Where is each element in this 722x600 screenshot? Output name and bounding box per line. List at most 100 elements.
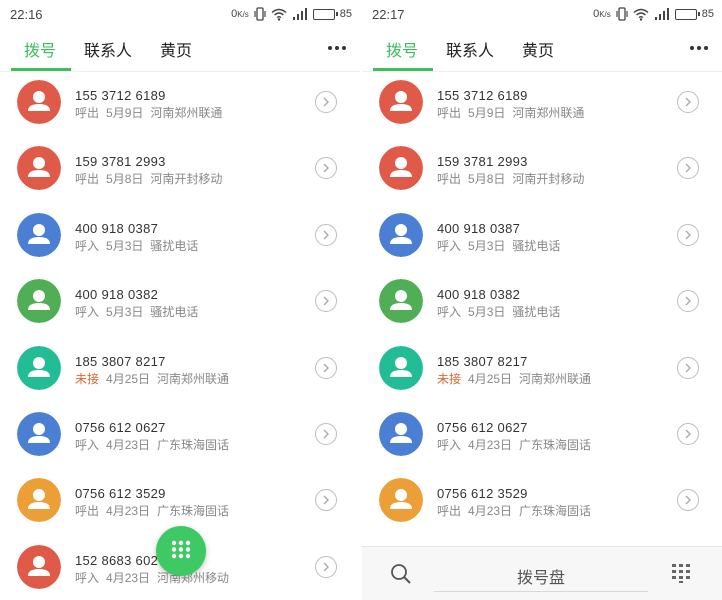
- call-log-row[interactable]: 155 3712 6189 呼出 5月9日 河南郑州联通: [0, 72, 360, 138]
- call-location: 河南开封移动: [512, 172, 585, 187]
- call-log-row[interactable]: 0756 612 3529 呼出 4月23日 广东珠海固话: [362, 470, 722, 536]
- tab-bar: 拨号 联系人 黄页: [362, 28, 722, 72]
- call-detail-button[interactable]: [677, 422, 699, 445]
- person-icon: [17, 478, 61, 523]
- call-log-row[interactable]: 159 3781 2993 呼出 5月8日 河南开封移动: [0, 138, 360, 204]
- chevron-right-icon: [685, 230, 691, 240]
- call-date: 5月9日: [468, 106, 506, 120]
- contact-avatar: [17, 345, 61, 390]
- call-meta: 呼入 4月23日 河南郑州移动: [75, 569, 236, 586]
- more-options-icon[interactable]: [328, 46, 346, 50]
- call-log-row[interactable]: 400 918 0387 呼入 5月3日 骚扰电话: [362, 205, 722, 271]
- call-log-row[interactable]: 0756 612 0627 呼入 4月23日 广东珠海固话: [362, 404, 722, 470]
- person-icon: [379, 411, 423, 456]
- call-detail-button[interactable]: [315, 422, 337, 445]
- phone-number: 152 8683 602: [75, 552, 159, 568]
- chevron-right-icon: [685, 429, 691, 439]
- call-log-row[interactable]: 400 918 0387 呼入 5月3日 骚扰电话: [0, 205, 360, 271]
- call-detail-button[interactable]: [315, 489, 337, 512]
- call-date: 4月23日: [106, 504, 151, 519]
- call-meta: 未接 4月25日 河南郑州联通: [75, 370, 236, 387]
- dialer-screen-right: 22:17 0K/s 85 拨号 联系人 黄页 155 3712 6189 呼出 5…: [362, 0, 722, 600]
- call-log-row[interactable]: 185 3807 8217 未接 4月25日 河南郑州联通: [0, 338, 360, 404]
- call-detail-button[interactable]: [677, 91, 699, 113]
- call-detail-button[interactable]: [315, 157, 337, 180]
- tab-yellow-pages[interactable]: 黄页: [160, 37, 192, 61]
- call-detail-button[interactable]: [677, 489, 699, 512]
- call-date: 4月25日: [106, 371, 151, 386]
- person-icon: [17, 80, 61, 124]
- status-time: 22:17: [372, 7, 405, 22]
- battery-level: 85: [701, 8, 714, 20]
- call-detail-button[interactable]: [677, 223, 699, 246]
- call-detail-button[interactable]: [677, 290, 699, 313]
- call-log-list: 155 3712 6189 呼出 5月9日 河南郑州联通 159 3781 2993 呼出…: [362, 72, 722, 537]
- keypad-toggle-button[interactable]: [670, 562, 692, 589]
- phone-number: 0756 612 0627: [437, 419, 528, 435]
- wifi-icon: [271, 8, 287, 21]
- chevron-right-icon: [685, 495, 691, 505]
- person-icon: [17, 146, 61, 191]
- call-log-row[interactable]: 155 3712 6189 呼出 5月9日 河南郑州联通: [362, 72, 722, 138]
- call-detail-button[interactable]: [315, 91, 337, 113]
- person-icon: [379, 279, 423, 324]
- contact-avatar: [379, 411, 423, 456]
- status-time: 22:16: [10, 7, 43, 22]
- tab-contacts[interactable]: 联系人: [84, 37, 132, 61]
- call-meta: 呼出 5月8日 河南开封移动: [437, 170, 591, 187]
- phone-number: 159 3781 2993: [75, 154, 166, 170]
- tab-dialer[interactable]: 拨号: [24, 37, 56, 61]
- keypad-icon: [672, 564, 690, 583]
- call-detail-button[interactable]: [315, 223, 337, 246]
- tab-yellow-pages[interactable]: 黄页: [522, 37, 554, 61]
- call-date: 5月3日: [468, 238, 506, 253]
- call-date: 4月23日: [468, 504, 513, 519]
- call-location: 河南郑州联通: [512, 106, 585, 120]
- person-icon: [17, 279, 61, 324]
- call-detail-button[interactable]: [315, 290, 337, 313]
- call-type: 呼出: [437, 504, 462, 519]
- tab-contacts[interactable]: 联系人: [446, 37, 494, 61]
- phone-number: 155 3712 6189: [437, 88, 528, 103]
- dialpad-label[interactable]: 拨号盘: [517, 564, 565, 588]
- call-log-row[interactable]: 400 918 0382 呼入 5月3日 骚扰电话: [0, 271, 360, 337]
- call-detail-button[interactable]: [677, 157, 699, 180]
- call-meta: 呼入 4月23日 广东珠海固话: [75, 436, 236, 453]
- call-date: 5月3日: [106, 305, 144, 320]
- call-meta: 呼出 5月8日 河南开封移动: [75, 170, 229, 187]
- tab-dialer[interactable]: 拨号: [386, 37, 418, 61]
- chevron-right-icon: [685, 97, 691, 107]
- status-bar: 22:17 0K/s 85: [362, 0, 722, 28]
- call-detail-button[interactable]: [677, 356, 699, 379]
- call-type: 呼出: [75, 504, 100, 519]
- more-options-icon[interactable]: [690, 46, 708, 50]
- call-log-row[interactable]: 400 918 0382 呼入 5月3日 骚扰电话: [362, 271, 722, 337]
- phone-number: 400 918 0382: [437, 287, 521, 303]
- call-detail-button[interactable]: [315, 356, 337, 379]
- call-type: 呼入: [437, 238, 462, 253]
- call-log-list: 155 3712 6189 呼出 5月9日 河南郑州联通 159 3781 2993 呼出…: [0, 72, 360, 600]
- dialpad-fab-button[interactable]: [156, 526, 206, 576]
- call-log-row[interactable]: 185 3807 8217 未接 4月25日 河南郑州联通: [362, 338, 722, 404]
- person-icon: [17, 345, 61, 390]
- chevron-right-icon: [685, 163, 691, 173]
- data-rate: 0K/s: [231, 8, 249, 20]
- tab-active-indicator: [373, 68, 433, 71]
- search-button[interactable]: [390, 563, 412, 590]
- call-location: 广东珠海固话: [157, 504, 230, 519]
- call-type: 呼出: [437, 172, 462, 187]
- vibrate-icon: [616, 7, 628, 21]
- call-location: 河南开封移动: [150, 172, 223, 187]
- signal-icon: [292, 7, 307, 20]
- contact-avatar: [17, 279, 61, 324]
- phone-number: 185 3807 8217: [437, 353, 528, 369]
- contact-avatar: [379, 80, 423, 124]
- contact-avatar: [379, 478, 423, 523]
- call-date: 5月3日: [468, 305, 506, 320]
- call-date: 4月23日: [106, 437, 151, 452]
- call-log-row[interactable]: 159 3781 2993 呼出 5月8日 河南开封移动: [362, 138, 722, 204]
- chevron-right-icon: [323, 363, 329, 373]
- person-icon: [17, 212, 61, 257]
- call-detail-button[interactable]: [315, 555, 337, 578]
- call-log-row[interactable]: 0756 612 0627 呼入 4月23日 广东珠海固话: [0, 404, 360, 470]
